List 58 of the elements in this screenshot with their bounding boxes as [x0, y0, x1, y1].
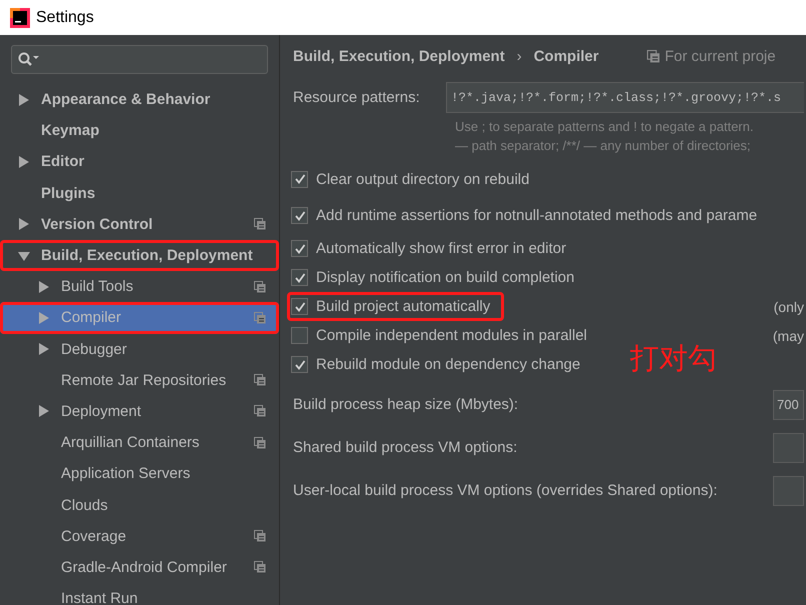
checkmark-icon [294, 173, 306, 186]
checkbox-option[interactable]: Rebuild module on dependency change [287, 350, 594, 379]
checkmark-icon [294, 242, 306, 254]
tree-item[interactable]: Keymap [0, 115, 279, 146]
tree-item[interactable]: Build, Execution, Deployment [0, 240, 279, 272]
tree-item[interactable]: Coverage [0, 520, 279, 552]
search-icon [18, 52, 40, 68]
breadcrumb-separator: › [516, 48, 522, 64]
input-field[interactable] [773, 476, 804, 506]
hint-text: — path separator; /**/ — any number of directories; [455, 137, 752, 155]
collapsed-arrow-icon[interactable] [18, 218, 30, 230]
collapsed-arrow-icon[interactable] [18, 156, 30, 168]
tree-item[interactable]: Plugins [0, 178, 279, 209]
checkmark-icon [294, 300, 306, 312]
input-field[interactable] [773, 432, 804, 462]
option-note: (may [772, 328, 804, 344]
breadcrumb-current: Compiler [534, 48, 599, 64]
checkbox-option[interactable]: Display notification on build completion [287, 263, 588, 292]
checkbox-option[interactable]: Automatically show first error in editor [287, 234, 580, 263]
checkbox-option[interactable]: Add runtime assertions for notnull-annotated methods and parame [287, 201, 772, 230]
tree-item[interactable]: Appearance & Behavior [0, 84, 279, 116]
collapsed-arrow-icon[interactable] [18, 94, 30, 106]
window-title: Settings [36, 8, 94, 26]
scope-note: For current proje [664, 48, 776, 64]
checkbox-option[interactable]: Compile independent modules in parallel [287, 321, 602, 350]
collapsed-arrow-icon[interactable] [38, 405, 50, 418]
tree-item[interactable]: Build Tools [0, 271, 279, 302]
project-scope-icon [646, 50, 660, 62]
field-label: Build process heap size (Mbytes): [293, 396, 518, 413]
checkmark-icon [294, 272, 306, 284]
tree-item[interactable]: Remote Jar Repositories [0, 364, 279, 396]
tree-item[interactable]: Editor [0, 146, 279, 178]
hint-text: Use ; to separate patterns and ! to negate a pattern. [455, 118, 754, 136]
tree-item[interactable]: Clouds [0, 489, 279, 521]
tree-item[interactable]: Application Servers [0, 458, 279, 490]
tree-item[interactable]: Deployment [0, 396, 279, 428]
field-label: Resource patterns: [293, 89, 421, 106]
input-field[interactable]: 700 [773, 390, 804, 420]
annotation-text: 打对勾 [630, 344, 717, 373]
resource-patterns-field[interactable]: !?*.java;!?*.form;!?*.class;!?*.groovy;!?*.s [446, 82, 804, 113]
tree-item[interactable]: Version Control [0, 208, 279, 240]
collapsed-arrow-icon[interactable] [38, 280, 50, 293]
option-note: (only [774, 298, 804, 314]
checkmark-icon [294, 358, 306, 370]
tree-item[interactable]: Arquillian Containers [0, 427, 279, 458]
collapsed-arrow-icon[interactable] [38, 343, 50, 356]
checkmark-icon [294, 210, 306, 222]
tree-item[interactable]: Debugger [0, 334, 279, 365]
field-label: User-local build process VM options (overrides Shared options): [293, 482, 718, 499]
field-label: Shared build process VM options: [293, 439, 518, 456]
tree-item[interactable]: Gradle-Android Compiler [0, 552, 279, 583]
search-field[interactable] [11, 45, 268, 74]
app-logo-icon [10, 8, 30, 28]
expanded-arrow-icon[interactable] [18, 250, 30, 262]
tree-item[interactable]: Instant Run [0, 583, 279, 605]
breadcrumb-parent[interactable]: Build, Execution, Deployment [293, 48, 505, 64]
checkbox-option[interactable]: Build project automatically [287, 292, 504, 321]
checkbox-option[interactable]: Clear output directory on rebuild [287, 164, 544, 194]
